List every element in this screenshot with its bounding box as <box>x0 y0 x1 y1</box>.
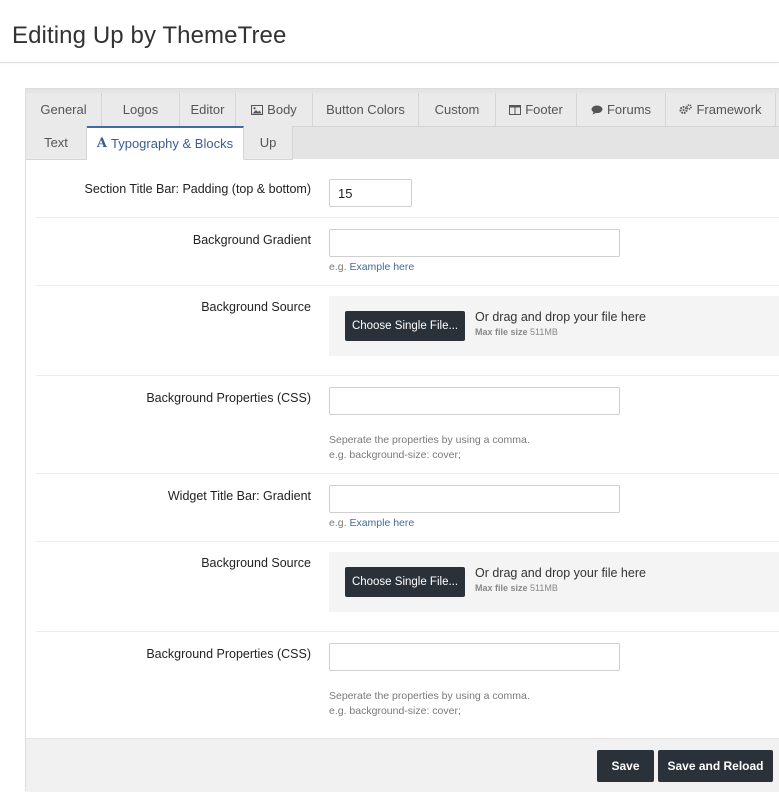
tab-label: Body <box>267 102 297 117</box>
tab-label: Button Colors <box>326 102 405 117</box>
bg-props-label: Background Properties (CSS) <box>146 391 311 405</box>
widget-gradient-hint: e.g. Example here <box>329 517 414 529</box>
hint-prefix: e.g. <box>329 261 347 273</box>
section-padding-label: Section Title Bar: Padding (top & bottom… <box>84 182 311 196</box>
bg-source-label: Background Source <box>201 300 311 314</box>
tab-label: Forums <box>606 102 652 117</box>
tab-label: General <box>40 102 87 117</box>
row-divider <box>36 541 779 542</box>
comment-icon <box>591 105 603 115</box>
max-size-value: 511MB <box>530 583 558 593</box>
max-size-value: 511MB <box>530 327 558 337</box>
file-drop-zone[interactable]: Choose Single File... Or drag and drop y… <box>329 296 779 356</box>
hint-prefix: e.g. <box>329 517 347 529</box>
image-icon <box>251 104 264 115</box>
gears-icon <box>679 104 693 115</box>
tab-up[interactable]: Up <box>244 126 293 160</box>
form-footer: Save Save and Reload <box>26 738 779 792</box>
tab-label: Custom <box>434 102 480 117</box>
bg-props-input[interactable] <box>329 387 620 415</box>
tab-general[interactable]: General <box>26 93 102 127</box>
tab-label: Footer <box>525 102 563 117</box>
row-divider <box>36 473 779 474</box>
save-button[interactable]: Save <box>597 750 654 782</box>
page-header: Editing Up by ThemeTree <box>0 0 779 63</box>
tab-framework[interactable]: Framework <box>666 93 776 127</box>
file-drop-zone[interactable]: Choose Single File... Or drag and drop y… <box>329 552 779 612</box>
max-size-label: Max file size <box>475 327 528 337</box>
tab-label: Framework <box>696 102 762 117</box>
choose-file-button[interactable]: Choose Single File... <box>345 567 465 597</box>
bg-props-hint-2: e.g. background-size: cover; <box>329 449 461 461</box>
row-divider <box>36 285 779 286</box>
columns-icon <box>509 104 522 115</box>
row-divider <box>36 375 779 376</box>
bg-gradient-hint: e.g. Example here <box>329 261 414 273</box>
tab-button-colors[interactable]: Button Colors <box>313 93 419 127</box>
tab-label: Editor <box>190 102 225 117</box>
tab-label: Text <box>44 135 68 150</box>
tab-text[interactable]: Text <box>26 126 87 160</box>
widget-gradient-input[interactable] <box>329 485 620 513</box>
bg-props-hint-2: e.g. background-size: cover; <box>329 705 461 717</box>
max-file-size: Max file size 511MB <box>475 327 558 337</box>
tab-label: Logos <box>122 102 159 117</box>
widget-gradient-label: Widget Title Bar: Gradient <box>167 489 311 503</box>
bg-props-label: Background Properties (CSS) <box>146 647 311 661</box>
drop-text: Or drag and drop your file here <box>475 310 646 324</box>
tab-footer[interactable]: Footer <box>496 93 577 127</box>
max-size-label: Max file size <box>475 583 528 593</box>
drop-text: Or drag and drop your file here <box>475 566 646 580</box>
bg-props-hint-1: Seperate the properties by using a comma… <box>329 434 530 446</box>
example-link[interactable]: Example here <box>349 261 414 273</box>
tab-typography-blocks[interactable]: A Typography & Blocks <box>87 126 244 160</box>
bg-gradient-input[interactable] <box>329 229 620 257</box>
bg-props-hint-1: Seperate the properties by using a comma… <box>329 690 530 702</box>
max-file-size: Max file size 511MB <box>475 583 558 593</box>
save-and-reload-button[interactable]: Save and Reload <box>658 750 773 782</box>
tab-forums[interactable]: Forums <box>577 93 666 127</box>
tab-editor[interactable]: Editor <box>180 93 236 127</box>
section-padding-input[interactable] <box>329 179 412 207</box>
bg-props-input[interactable] <box>329 643 620 671</box>
tab-custom[interactable]: Custom <box>419 93 496 127</box>
row-divider <box>36 631 779 632</box>
tab-body[interactable]: Body <box>236 93 313 127</box>
bg-gradient-label: Background Gradient <box>192 233 311 247</box>
row-divider <box>36 217 779 218</box>
choose-file-button[interactable]: Choose Single File... <box>345 311 465 341</box>
tab-logos[interactable]: Logos <box>102 93 180 127</box>
page-title: Editing Up by ThemeTree <box>12 22 287 49</box>
tab-label: Typography & Blocks <box>110 136 234 151</box>
tab-label: Up <box>259 135 277 150</box>
style-editor-panel: General Logos Editor Body Button Colors … <box>25 88 779 792</box>
font-icon: A <box>96 136 107 151</box>
bg-source-label: Background Source <box>201 556 311 570</box>
example-link[interactable]: Example here <box>349 517 414 529</box>
